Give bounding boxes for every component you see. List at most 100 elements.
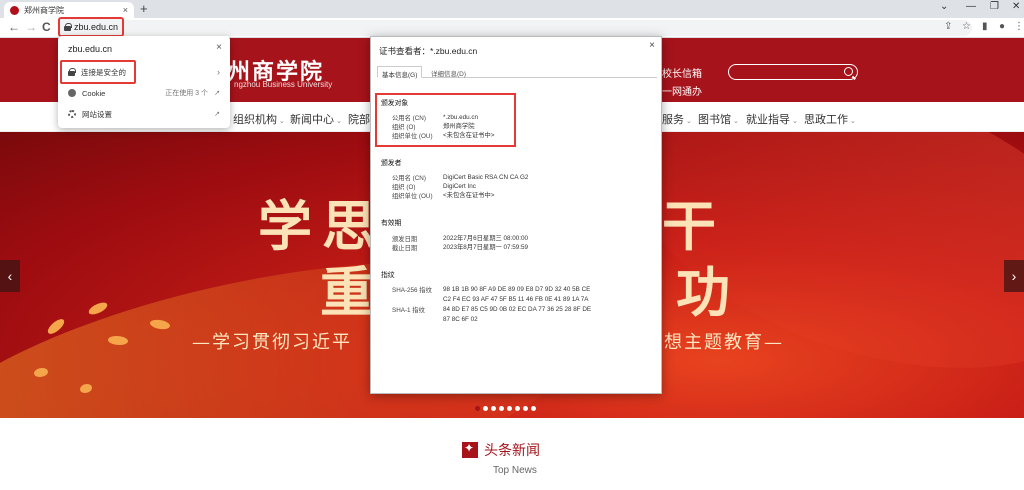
subject-o-label: 组织 (O) — [392, 124, 416, 131]
certificate-tabs: 基本信息(G) 详细信息(D) — [377, 66, 657, 79]
side-panel-icon[interactable]: ▮ — [982, 21, 988, 32]
subject-cn-label: 公用名 (CN) — [392, 115, 426, 122]
popup-close-icon[interactable]: × — [216, 42, 222, 53]
search-icon[interactable] — [844, 67, 853, 76]
issuer-heading: 颁发者 — [381, 160, 402, 167]
banner-dot[interactable] — [515, 406, 520, 411]
expiry-date-label: 截止日期 — [392, 245, 418, 252]
site-settings-label: 网站设置 — [82, 109, 112, 119]
back-button[interactable]: ← — [8, 20, 20, 34]
restore-button[interactable]: ❐ — [990, 1, 999, 12]
bookmark-star-icon[interactable]: ☆ — [962, 21, 971, 32]
expiry-date-value: 2023年8月7日星期一 07:59:59 — [443, 244, 529, 251]
subject-heading: 颁发对象 — [381, 100, 409, 107]
tab-close-icon[interactable]: × — [123, 5, 128, 15]
chevron-right-icon: › — [217, 67, 220, 77]
url-host: zbu.edu.cn — [74, 22, 119, 32]
address-bar[interactable] — [58, 20, 972, 36]
site-search-input[interactable] — [728, 64, 858, 80]
cookie-label: Cookie — [82, 88, 106, 98]
lock-icon — [64, 23, 72, 31]
site-info-button[interactable]: zbu.edu.cn — [58, 17, 124, 37]
banner-subtitle-right: 想主题教育— — [664, 332, 784, 353]
chevron-down-icon: ⌄ — [733, 118, 739, 125]
highlight-box — [60, 60, 136, 84]
profile-icon[interactable]: ● — [999, 21, 1005, 32]
nav-item-news[interactable]: 新闻中心 ⌄ — [290, 111, 342, 127]
banner-dot[interactable] — [499, 406, 504, 411]
banner-headline-2: 重 — [320, 260, 374, 324]
dove-icon — [34, 368, 48, 377]
browser-tab[interactable]: 郑州商学院 × — [4, 2, 134, 18]
banner-dot[interactable] — [491, 406, 496, 411]
gear-icon — [68, 110, 76, 118]
dove-icon — [45, 317, 67, 336]
banner-dot[interactable] — [531, 406, 536, 411]
nav-item-ideology[interactable]: 思政工作 ⌄ — [804, 111, 856, 127]
nav-item-departments[interactable]: 院部 — [348, 111, 370, 127]
cookie-icon — [68, 89, 76, 97]
dove-icon — [107, 334, 129, 347]
minimize-button[interactable]: — — [966, 1, 976, 12]
dove-icon — [80, 384, 92, 393]
external-link-icon: ↗ — [214, 90, 220, 97]
banner-dot[interactable] — [523, 406, 528, 411]
share-icon[interactable]: ⇪ — [944, 21, 952, 32]
dove-icon — [87, 300, 109, 317]
banner-pagination — [475, 406, 536, 411]
nav-item-library[interactable]: 图书馆 ⌄ — [698, 111, 739, 127]
principal-mailbox-link[interactable]: 校长信箱 — [662, 65, 702, 80]
issuer-o-label: 组织 (O) — [392, 184, 416, 191]
dove-icon — [149, 317, 171, 332]
tab-title: 郑州商学院 — [24, 5, 64, 15]
sha256-label: SHA-256 指纹 — [392, 287, 432, 294]
top-news-heading: 头条新闻 — [462, 440, 540, 460]
menu-icon[interactable]: ⋮ — [1014, 21, 1024, 32]
popup-host: zbu.edu.cn — [68, 44, 113, 54]
chevron-down-icon: ⌄ — [336, 118, 342, 125]
sha1-label: SHA-1 指纹 — [392, 307, 425, 314]
new-tab-button[interactable]: + — [140, 1, 148, 16]
top-news-subtitle: Top News — [493, 465, 537, 476]
issuer-ou-label: 组织单位 (OU) — [392, 193, 433, 200]
sha1-value: 84 8D E7 85 C5 9D 0B 02 EC DA 77 36 25 2… — [443, 306, 592, 323]
nav-item-services[interactable]: 服务 ⌄ — [662, 111, 692, 127]
validity-heading: 有效期 — [381, 220, 402, 227]
chevron-down-icon: ⌄ — [850, 118, 856, 125]
one-net-service-link[interactable]: 一网通办 — [662, 83, 702, 98]
site-settings-item[interactable]: 网站设置 ↗ — [58, 104, 230, 124]
fingerprint-heading: 指纹 — [381, 272, 395, 279]
browser-toolbar: ← → C ⇪ ☆ ▮ ● ⋮ — [0, 18, 1024, 38]
nav-item-organization[interactable]: 组织机构 ⌄ — [233, 111, 285, 127]
favicon-icon — [10, 5, 19, 15]
banner-next-button[interactable]: › — [1004, 260, 1024, 292]
chevron-down-icon: ⌄ — [792, 118, 798, 125]
nav-item-employment[interactable]: 就业指导 ⌄ — [746, 111, 798, 127]
issued-date-label: 颁发日期 — [392, 236, 418, 243]
cookie-item[interactable]: Cookie 正在使用 3 个 ↗ — [58, 83, 230, 103]
cookie-status: 正在使用 3 个 — [165, 90, 208, 97]
banner-dot[interactable] — [483, 406, 488, 411]
subject-ou-label: 组织单位 (OU) — [392, 133, 433, 140]
banner-headline-2-right: 功 — [676, 260, 730, 324]
banner-dot[interactable] — [475, 406, 480, 411]
banner-dot[interactable] — [507, 406, 512, 411]
certificate-close-icon[interactable]: × — [649, 40, 655, 51]
issuer-cn-label: 公用名 (CN) — [392, 175, 426, 182]
top-news-title: 头条新闻 — [484, 442, 540, 458]
chevron-down-icon: ⌄ — [686, 118, 692, 125]
forward-button[interactable]: → — [25, 20, 37, 34]
close-window-button[interactable]: ✕ — [1012, 1, 1020, 12]
tab-details[interactable]: 详细信息(D) — [427, 66, 470, 78]
sha256-value: 98 1B 1B 90 8F A9 DE 89 09 E8 D7 9D 32 4… — [443, 286, 591, 303]
tab-strip: 郑州商学院 × + ⌄ — ❐ ✕ — [0, 0, 1024, 18]
subject-ou-value: <未包含在证书中> — [443, 132, 495, 139]
banner-subtitle: —学习贯彻习近平 — [192, 332, 352, 353]
school-logo-english: ngzhou Business University — [234, 80, 333, 89]
external-link-icon: ↗ — [214, 111, 220, 118]
reload-button[interactable]: C — [42, 20, 51, 34]
tab-general[interactable]: 基本信息(G) — [377, 66, 423, 79]
banner-prev-button[interactable]: ‹ — [0, 260, 20, 292]
news-icon — [462, 441, 478, 458]
tab-search-icon[interactable]: ⌄ — [940, 1, 948, 12]
